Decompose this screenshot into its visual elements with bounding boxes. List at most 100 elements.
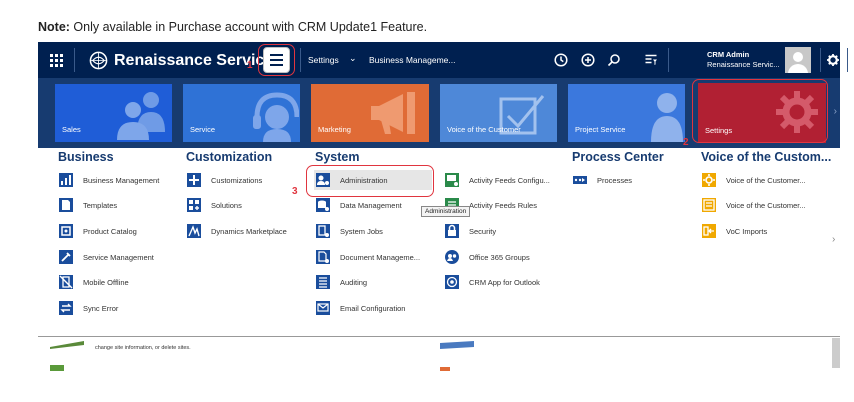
nav-item-mobile-offline[interactable]: Mobile Offline [58, 272, 129, 292]
nav-item-voc-2[interactable]: Voice of the Customer... [701, 195, 806, 215]
nav-item-sync-error[interactable]: Sync Error [58, 298, 118, 318]
tooltip: Administration [421, 206, 471, 217]
nav-item-system-jobs[interactable]: System Jobs [315, 221, 383, 241]
scrollbar[interactable] [832, 338, 840, 368]
nav-item-security[interactable]: Security [444, 221, 496, 241]
wrench-icon [58, 249, 74, 265]
app-launcher-icon[interactable] [38, 42, 74, 78]
column-process-center: Process Center [572, 150, 664, 164]
nav-item-office-365-groups[interactable]: Office 365 Groups [444, 247, 530, 267]
survey-icon [701, 197, 717, 213]
tile-service[interactable]: Service [183, 84, 300, 142]
nav-item-label: Activity Feeds Configu... [469, 175, 550, 185]
nav-item-label: Solutions [211, 200, 242, 210]
column-customization: Customization [186, 150, 272, 164]
tile-marketing[interactable]: Marketing [311, 84, 429, 142]
nav-item-activity-feeds-configuration[interactable]: Activity Feeds Configu... [444, 170, 550, 190]
nav-item-email-configuration[interactable]: Email Configuration [315, 298, 405, 318]
chart-icon [58, 172, 74, 188]
nav-item-label: VoC Imports [726, 226, 768, 236]
nav-item-crm-app-for-outlook[interactable]: CRM App for Outlook [444, 272, 540, 292]
nav-item-label: Security [469, 226, 497, 236]
mobile-offline-icon [58, 274, 74, 290]
nav-item-auditing[interactable]: Auditing [315, 272, 367, 292]
nav-item-dynamics-marketplace[interactable]: Dynamics Marketplace [186, 221, 287, 241]
nav-item-label: Voice of the Customer... [726, 175, 806, 185]
clock-icon[interactable] [552, 51, 570, 69]
filter-icon[interactable] [642, 51, 660, 69]
document-settings-icon [315, 249, 331, 265]
gear-icon[interactable] [824, 51, 842, 69]
nav-item-label: Sync Error [83, 303, 119, 313]
callout-box-3 [306, 165, 434, 197]
divider [74, 48, 75, 72]
callout-3: 3 [292, 186, 298, 197]
chevron-right-icon[interactable]: › [832, 234, 835, 245]
callout-1: 1 [247, 60, 253, 71]
activity-feeds-icon [444, 172, 460, 188]
nav-item-label: Data Management [340, 200, 402, 210]
nav-item-label: Business Management [83, 175, 160, 185]
database-icon [315, 197, 331, 213]
column-title: System [315, 150, 360, 164]
nav-item-service-management[interactable]: Service Management [58, 247, 154, 267]
nav-item-label: Customizations [211, 175, 263, 185]
marketplace-icon [186, 223, 202, 239]
tile-label: Marketing [318, 125, 351, 134]
breadcrumb-settings[interactable]: Settings [308, 55, 339, 65]
document-icon [58, 197, 74, 213]
page-text: change site information, or delete sites… [95, 345, 191, 351]
decorative-image [50, 341, 84, 349]
breadcrumb-area[interactable]: Business Manageme... [369, 55, 455, 65]
nav-item-label: Activity Feeds Rules [469, 200, 537, 210]
nav-item-label: System Jobs [340, 226, 383, 236]
divider [820, 48, 821, 72]
nav-item-voc-imports[interactable]: VoC Imports [701, 221, 767, 241]
callout-2: 2 [683, 137, 689, 148]
decorative-image [440, 367, 450, 371]
chevron-right-icon[interactable]: › [834, 106, 837, 117]
avatar[interactable] [785, 47, 811, 73]
nav-item-customizations[interactable]: Customizations [186, 170, 262, 190]
nav-item-business-management[interactable]: Business Management [58, 170, 159, 190]
nav-item-document-management[interactable]: Document Manageme... [315, 247, 420, 267]
solutions-icon [186, 197, 202, 213]
nav-item-label: Processes [597, 175, 633, 185]
nav-item-product-catalog[interactable]: Product Catalog [58, 221, 137, 241]
callout-box-2 [692, 79, 828, 143]
logo-icon [89, 51, 108, 70]
nav-item-processes[interactable]: Processes [572, 170, 632, 190]
nav-item-templates[interactable]: Templates [58, 195, 117, 215]
nav-item-label: Product Catalog [83, 226, 137, 236]
decorative-image [440, 341, 474, 349]
tile-voice-of-the-customer[interactable]: Voice of the Customer [440, 84, 557, 142]
column-voice-of-the-customer: Voice of the Custom... [701, 150, 831, 164]
search-icon[interactable] [605, 51, 623, 69]
nav-item-label: Auditing [340, 277, 368, 287]
divider [847, 48, 848, 72]
nav-item-voc-1[interactable]: Voice of the Customer... [701, 170, 806, 190]
tile-label: Sales [62, 125, 81, 134]
processes-icon [572, 172, 588, 188]
nav-item-solutions[interactable]: Solutions [186, 195, 242, 215]
tile-label: Voice of the Customer [447, 125, 521, 134]
user-org[interactable]: Renaissance Servic... [707, 60, 780, 69]
brand-name[interactable]: Renaissance Services [114, 52, 282, 70]
email-icon [315, 300, 331, 316]
user-name[interactable]: CRM Admin [707, 50, 749, 59]
auditing-icon [315, 274, 331, 290]
puzzle-icon [186, 172, 202, 188]
headset-icon [253, 92, 299, 142]
jobs-icon [315, 223, 331, 239]
tile-project-service[interactable]: Project Service [568, 84, 685, 142]
sync-icon [58, 300, 74, 316]
tile-sales[interactable]: Sales [55, 84, 172, 142]
plus-icon[interactable] [579, 51, 597, 69]
tile-label: Project Service [575, 125, 626, 134]
chevron-down-icon[interactable]: ⌄ [349, 53, 357, 64]
background-page: change site information, or delete sites… [38, 336, 840, 402]
column-system: System [315, 150, 359, 164]
nav-item-data-management[interactable]: Data Management [315, 195, 402, 215]
column-business: Business [58, 150, 114, 164]
column-title: Business [58, 150, 114, 164]
